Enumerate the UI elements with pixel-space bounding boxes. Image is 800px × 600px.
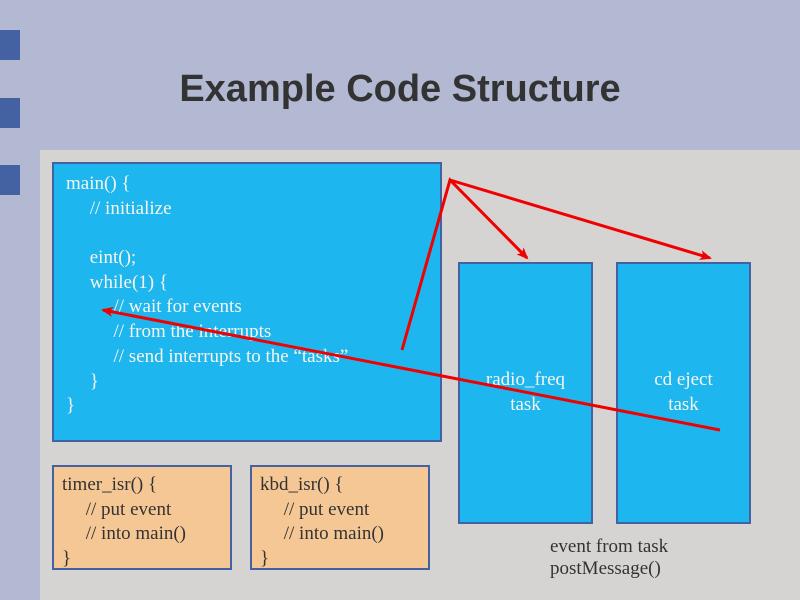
task-box-radio-freq: radio_freq task xyxy=(458,262,593,524)
task-label: cd eject task xyxy=(654,368,713,417)
main-code-box: main() { // initialize eint(); while(1) … xyxy=(52,162,442,442)
caption-text: event from task postMessage() xyxy=(550,536,668,580)
page-title: Example Code Structure xyxy=(0,68,800,111)
accent-bar xyxy=(0,165,20,195)
task-box-cd-eject: cd eject task xyxy=(616,262,751,524)
diagram-canvas: main() { // initialize eint(); while(1) … xyxy=(40,150,800,600)
isr-box-kbd: kbd_isr() { // put event // into main() … xyxy=(250,465,430,570)
arrow-main-to-task2 xyxy=(450,180,710,258)
accent-bar xyxy=(0,30,20,60)
task-label: radio_freq task xyxy=(486,368,565,417)
isr-box-timer: timer_isr() { // put event // into main(… xyxy=(52,465,232,570)
